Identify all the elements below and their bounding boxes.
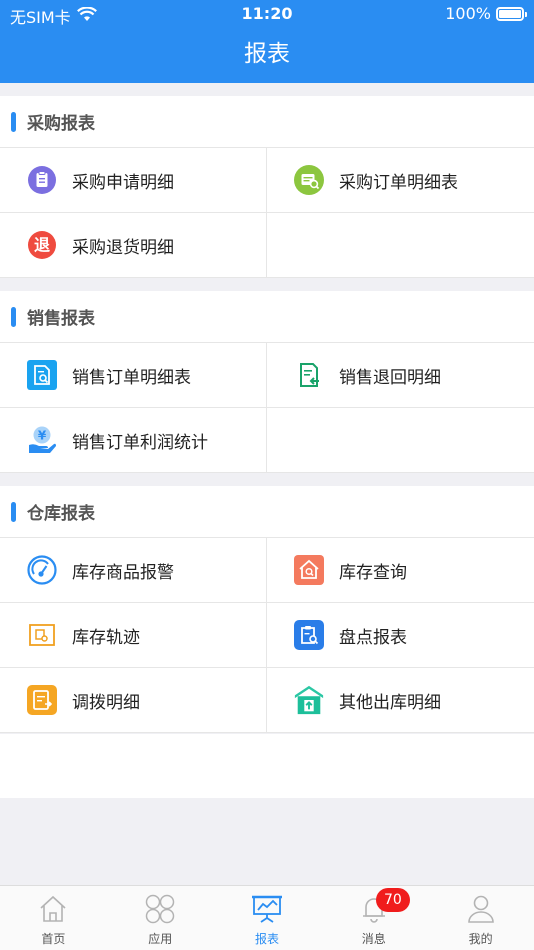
report-section: 仓库报表库存商品报警 库存查询库存轨迹 盘点报表调拨明细 其他出库明细 xyxy=(0,486,534,733)
transfer-icon xyxy=(26,684,58,716)
report-item-label: 采购申请明细 xyxy=(72,172,174,193)
report-item-label: 销售退回明细 xyxy=(339,367,441,388)
report-item-label: 库存轨迹 xyxy=(72,627,140,648)
section-title: 采购报表 xyxy=(27,114,95,134)
section-title: 销售报表 xyxy=(27,309,95,329)
battery-group: 100% xyxy=(445,4,527,23)
report-item-label: 采购订单明细表 xyxy=(339,172,458,193)
section-header: 采购报表 xyxy=(0,96,534,148)
svg-text:退: 退 xyxy=(34,236,50,255)
tab-me[interactable]: 我的 xyxy=(427,886,534,950)
status-bar: 无SIM卡 11:20 100% xyxy=(0,0,534,28)
inventory-icon xyxy=(293,619,325,651)
report-item[interactable]: 其他出库明细 xyxy=(267,668,534,733)
content-filler xyxy=(0,734,534,798)
report-item[interactable]: ¥ 销售订单利润统计 xyxy=(0,408,267,473)
report-item[interactable]: 采购订单明细表 xyxy=(267,148,534,213)
tab-label: 消息 xyxy=(361,932,386,946)
tab-apps[interactable]: 应用 xyxy=(107,886,214,950)
report-item[interactable]: 调拨明细 xyxy=(0,668,267,733)
page-title: 报表 xyxy=(244,41,290,67)
report-item-label: 销售订单明细表 xyxy=(72,367,191,388)
document-return-icon xyxy=(293,359,325,391)
tab-label: 报表 xyxy=(254,932,279,946)
nav-bar: 报表 xyxy=(0,28,534,83)
tab-label: 首页 xyxy=(41,932,66,946)
report-item-label: 其他出库明细 xyxy=(339,692,441,713)
profit-hand-icon: ¥ xyxy=(26,424,58,456)
tab-bar: 首页 应用 报表 消息 70 我的 xyxy=(0,885,534,950)
report-item-label: 库存查询 xyxy=(339,562,407,583)
return-icon: 退 xyxy=(26,229,58,261)
section-accent-bar xyxy=(11,306,16,327)
report-item[interactable]: 库存查询 xyxy=(267,538,534,603)
section-header: 仓库报表 xyxy=(0,486,534,538)
report-grid: 销售订单明细表 销售退回明细 ¥ 销售订单利润统计 xyxy=(0,343,534,473)
svg-text:¥: ¥ xyxy=(38,429,47,443)
report-section: 采购报表采购申请明细 采购订单明细表退 采购退货明细 xyxy=(0,96,534,278)
tab-label: 我的 xyxy=(468,932,493,946)
section-header: 销售报表 xyxy=(0,291,534,343)
outbound-icon xyxy=(293,684,325,716)
report-grid: 库存商品报警 库存查询库存轨迹 盘点报表调拨明细 其他出库明细 xyxy=(0,538,534,733)
report-item[interactable]: 销售退回明细 xyxy=(267,343,534,408)
document-search-icon xyxy=(26,359,58,391)
tab-messages[interactable]: 消息 70 xyxy=(320,886,427,950)
tab-home[interactable]: 首页 xyxy=(0,886,107,950)
clipboard-icon xyxy=(26,164,58,196)
unread-badge: 70 xyxy=(375,888,410,912)
tab-label: 应用 xyxy=(148,932,173,946)
empty-cell xyxy=(267,408,534,473)
report-item[interactable]: 盘点报表 xyxy=(267,603,534,668)
report-item[interactable]: 采购申请明细 xyxy=(0,148,267,213)
report-item-label: 销售订单利润统计 xyxy=(72,432,208,453)
section-title: 仓库报表 xyxy=(27,504,95,524)
report-item[interactable]: 销售订单明细表 xyxy=(0,343,267,408)
track-icon xyxy=(26,619,58,651)
gauge-icon xyxy=(26,554,58,586)
apps-icon xyxy=(145,894,175,928)
tab-reports[interactable]: 报表 xyxy=(214,886,321,950)
report-section: 销售报表销售订单明细表 销售退回明细 ¥ 销售订单利润统计 xyxy=(0,291,534,473)
chart-board-icon xyxy=(251,894,282,928)
home-icon xyxy=(38,894,68,928)
report-item-label: 库存商品报警 xyxy=(72,562,174,583)
section-accent-bar xyxy=(11,111,16,132)
house-search-icon xyxy=(293,554,325,586)
section-accent-bar xyxy=(11,501,16,522)
report-item[interactable]: 库存商品报警 xyxy=(0,538,267,603)
user-icon xyxy=(466,894,496,928)
report-item[interactable]: 退 采购退货明细 xyxy=(0,213,267,278)
battery-text: 100% xyxy=(445,4,491,23)
report-item-label: 采购退货明细 xyxy=(72,237,174,258)
order-search-icon xyxy=(293,164,325,196)
report-item-label: 盘点报表 xyxy=(339,627,407,648)
report-item-label: 调拨明细 xyxy=(72,692,140,713)
report-item[interactable]: 库存轨迹 xyxy=(0,603,267,668)
battery-icon xyxy=(496,6,527,21)
report-grid: 采购申请明细 采购订单明细表退 采购退货明细 xyxy=(0,148,534,278)
empty-cell xyxy=(267,213,534,278)
